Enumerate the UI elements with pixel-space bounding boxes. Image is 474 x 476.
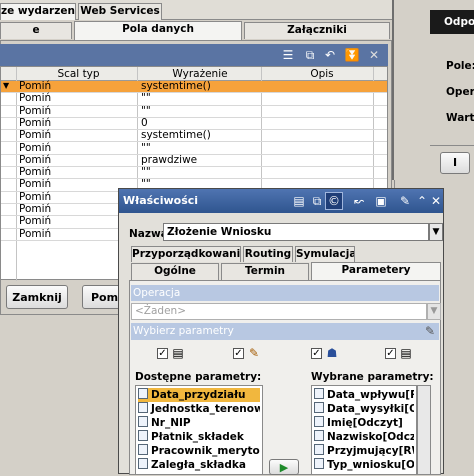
move-icon[interactable]: ↶ [322, 47, 338, 63]
tab-events[interactable]: ze wydarzenia [0, 3, 76, 20]
list-item[interactable]: Data_wpływu[RW] [314, 388, 414, 402]
list-item[interactable]: Przyjmujący[RW] [314, 444, 414, 458]
parameter-icon [138, 430, 148, 441]
parameter-icon [138, 444, 148, 455]
row-dropdown-icon[interactable]: ▼ [3, 78, 15, 94]
close-button[interactable]: Zamknij [6, 285, 68, 309]
list-item-label: Data_przydziału [151, 389, 246, 401]
operation-placeholder: <Żaden> [135, 305, 187, 317]
pencil-icon: ✎ [248, 346, 260, 360]
list-item-label: Typ_wniosku[Odczyt] [327, 459, 414, 471]
filter-checkbox-documents[interactable]: ✓ [157, 348, 168, 359]
parameter-icon [314, 388, 324, 399]
down-arrow-icon[interactable]: ⏬ [344, 47, 360, 63]
select-params-label: Wybierz parametry [133, 325, 234, 337]
parameter-icon [138, 402, 148, 413]
pole-label: Pole: [446, 60, 474, 72]
name-dropdown-button[interactable]: ▼ [429, 223, 443, 241]
list-item-label: Zaległa_składka [151, 459, 246, 471]
operation-dropdown-button[interactable]: ▼ [427, 303, 441, 320]
list-item[interactable]: Nazwisko[Odczyt] [314, 430, 414, 444]
insert-column-icon[interactable]: ☰ [280, 47, 296, 63]
document-icon: ▤ [172, 346, 184, 360]
tab-prev[interactable]: e [0, 22, 72, 39]
close-icon[interactable]: ✕ [429, 193, 443, 209]
properties-icon[interactable]: ▤ [291, 193, 307, 209]
selected-params-list[interactable]: Data_wpływu[RW] Data_wysyłki[Odczyt] Imię[… [311, 385, 417, 475]
list-item[interactable]: Typ_wniosku[Odczyt] [314, 458, 414, 472]
parameter-icon [314, 430, 324, 441]
list-item[interactable]: Data_wysyłki[Odczyt] [314, 402, 414, 416]
value-label: Warto [446, 112, 474, 124]
list-item-label: Data_wysyłki[Odczyt] [327, 403, 414, 415]
parameter-icon [138, 458, 148, 469]
edit-pen-icon[interactable]: ✎ [423, 323, 437, 339]
filter-checkbox-forms[interactable]: ✓ [385, 348, 396, 359]
name-label: Nazwa [129, 228, 168, 240]
parameter-icon [138, 416, 148, 427]
parameter-icon [138, 388, 148, 399]
list-item-label: Pracownik_merytoryczny [151, 445, 260, 457]
list-item[interactable]: Płatnik_składek [138, 430, 260, 444]
dialog-title: Właściwości [123, 194, 199, 207]
delete-icon[interactable]: ✕ [366, 47, 382, 63]
parameter-icon [314, 458, 324, 469]
selected-scrollbar[interactable] [417, 385, 431, 475]
tab-data-fields[interactable]: Pola danych [74, 21, 242, 40]
operation-label: Operacja [133, 287, 181, 299]
list-item-label: Imię[Odczyt] [327, 417, 403, 429]
tab-simulation[interactable]: Symulacja [295, 246, 355, 262]
parameter-icon [314, 402, 324, 413]
pen-icon[interactable]: ✎ [397, 193, 413, 209]
toggle-icon[interactable]: ▣ [373, 193, 389, 209]
list-item[interactable]: Data_przydziału [138, 388, 260, 402]
list-item[interactable]: Imię[Odczyt] [314, 416, 414, 430]
operation-label: Opera [446, 86, 474, 98]
list-item-label: Nazwisko[Odczyt] [327, 431, 414, 443]
color-icon[interactable]: © [325, 192, 343, 210]
list-item-label: Nr_NIP [151, 417, 191, 429]
available-params-label: Dostępne parametry: [135, 371, 262, 383]
expand-icon[interactable]: ⌃ [415, 193, 429, 209]
right-panel-title: Odpow [444, 16, 474, 28]
list-item-label: Przyjmujący[RW] [327, 445, 414, 457]
tab-deadline[interactable]: Termin [221, 263, 309, 280]
list-item[interactable]: Nr_NIP [138, 416, 260, 430]
right-panel-button[interactable]: I [440, 152, 470, 174]
properties-dialog: Właściwości ▤ ⧉ © ↜ ▣ ✎ ⌃ ✕ Nazwa Złożen… [118, 188, 444, 475]
list-item-label: Jednostka_terenowa [151, 403, 260, 415]
tab-general[interactable]: Ogólne [131, 263, 219, 280]
list-item-label: Płatnik_składek [151, 431, 244, 443]
tab-routing[interactable]: Routing [243, 246, 293, 262]
list-item-label: Data_wpływu[RW] [327, 389, 414, 401]
parameter-icon [314, 444, 324, 455]
list-item[interactable]: Pracownik_merytoryczny [138, 444, 260, 458]
pin-icon[interactable]: ↜ [351, 193, 367, 209]
copy-icon[interactable]: ⧉ [302, 47, 318, 63]
selected-params-label: Wybrane parametry: [311, 371, 434, 383]
users-icon: ☗ [326, 346, 338, 360]
list-item[interactable]: Jednostka_terenowa [138, 402, 260, 416]
copy-icon[interactable]: ⧉ [309, 193, 325, 209]
tab-attachments[interactable]: Załączniki [244, 22, 390, 39]
right-panel-divider [430, 145, 474, 146]
filter-checkbox-edit[interactable]: ✓ [233, 348, 244, 359]
parameter-icon [314, 416, 324, 427]
name-value: Złożenie Wniosku [167, 226, 272, 238]
tab-web-services[interactable]: Web Services [78, 3, 162, 20]
tab-parameters[interactable]: Parametery [311, 262, 441, 281]
form-icon: ▤ [400, 346, 412, 360]
column-header-description[interactable]: Opis [263, 66, 381, 82]
help-button[interactable]: Pomo [82, 285, 126, 309]
list-item[interactable]: Zaległa_składka [138, 458, 260, 472]
available-params-list[interactable]: Data_przydziału Jednostka_terenowa Nr_NIP P… [135, 385, 263, 475]
filter-checkbox-users[interactable]: ✓ [311, 348, 322, 359]
tab-assignments[interactable]: Przyporządkowania [131, 246, 241, 262]
